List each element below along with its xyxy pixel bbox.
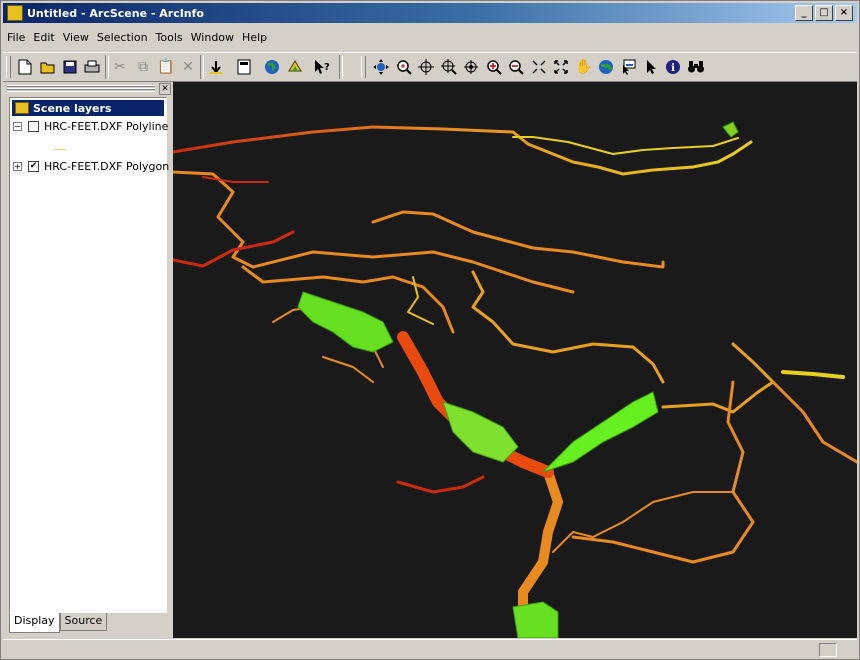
layer-row-polygon[interactable]: + ✔ HRC-FEET.DXF Polygon [13,158,169,174]
table-of-contents-panel: ✕ Scene layers − HRC-FEET.DXF Polyline +… [3,83,171,637]
maximize-button[interactable]: □ [815,5,833,21]
minimize-button[interactable]: _ [795,5,813,21]
new-icon[interactable] [15,57,35,77]
zoom-in-icon[interactable] [484,57,504,77]
window-title: Untitled - ArcScene - ArcInfo [27,6,204,20]
delete-icon[interactable]: ✕ [178,57,198,77]
toolbar-grip[interactable] [6,56,11,78]
layer-row-polyline[interactable]: − HRC-FEET.DXF Polyline [13,118,168,134]
layer-visibility-checkbox[interactable]: ✔ [28,160,39,172]
toolbar-separator [339,55,343,79]
zoom-in-out-icon[interactable] [394,57,414,77]
status-panel [819,643,837,657]
toc-icon[interactable] [234,57,254,77]
cave-chamber [297,291,394,353]
whats-this-icon[interactable]: ? [312,57,332,77]
close-button[interactable]: × [835,5,853,21]
collapse-icon[interactable]: − [13,121,22,131]
set-observer-icon[interactable] [461,57,481,77]
menu-selection[interactable]: Selection [93,31,152,44]
menu-view[interactable]: View [59,31,93,44]
zoom-to-target-icon[interactable] [439,57,459,77]
tab-source[interactable]: Source [59,613,108,631]
toolbar-separator [105,55,109,79]
identify-icon[interactable]: i [663,57,683,77]
panel-title-grip[interactable] [7,85,155,92]
menu-file[interactable]: File [3,31,29,44]
layers-icon [15,102,29,114]
cave-passage [202,176,269,183]
menu-bar: File Edit View Selection Tools Window He… [3,27,271,47]
panel-close-button[interactable]: ✕ [159,83,171,95]
menu-window[interactable]: Window [187,31,238,44]
zoom-out-icon[interactable] [506,57,526,77]
3d-analyst-icon[interactable] [285,57,305,77]
cave-passage [322,356,374,383]
find-icon[interactable] [686,57,706,77]
layer-visibility-checkbox[interactable] [28,120,39,132]
layer-list: Scene layers − HRC-FEET.DXF Polyline + ✔… [9,97,169,613]
cave-passage [781,370,845,379]
globe-icon[interactable] [262,57,282,77]
narrow-fov-icon[interactable] [529,57,549,77]
3d-scene-view[interactable] [173,82,857,638]
select-features-icon[interactable] [619,57,639,77]
toolbar-grip[interactable] [361,56,366,78]
menu-edit[interactable]: Edit [29,31,58,44]
print-icon[interactable] [82,57,102,77]
cave-chamber [512,601,559,638]
app-window: Untitled - ArcScene - ArcInfo _ □ × File… [0,0,860,660]
pan-icon[interactable]: ✋ [574,57,594,77]
cave-passage [371,210,665,269]
copy-icon[interactable]: ⧉ [133,57,153,77]
cave-passage [661,342,775,414]
cave-passage [471,270,665,384]
save-icon[interactable] [60,57,80,77]
select-elements-icon[interactable] [641,57,661,77]
menu-tools[interactable]: Tools [152,31,187,44]
cave-chamber [542,391,659,473]
fly-icon[interactable] [596,57,616,77]
add-data-icon[interactable] [206,57,226,77]
scene-layers-label: Scene layers [33,101,112,115]
status-bar [3,639,857,658]
toolbar-separator [200,55,204,79]
open-icon[interactable] [38,57,58,77]
arcscene-app-icon [7,5,23,21]
toc-tabs: Display Source [9,613,108,633]
cut-icon[interactable]: ✂ [110,57,130,77]
paste-icon[interactable]: 📋 [156,57,176,77]
svg-text:?: ? [324,62,330,73]
expand-icon[interactable]: + [13,161,22,171]
cave-passage [173,125,753,176]
layer-name[interactable]: HRC-FEET.DXF Polyline [44,120,168,133]
toolbar: ✂ ⧉ 📋 ✕ ? ✋ i [3,52,857,82]
navigate-icon[interactable] [371,57,391,77]
menu-help[interactable]: Help [238,31,271,44]
cave-passage [552,491,734,553]
cave-passage [771,380,857,464]
full-extent-icon[interactable] [551,57,571,77]
cave-passage [173,170,575,294]
cave-passage [396,475,485,494]
title-bar[interactable]: Untitled - ArcScene - ArcInfo _ □ × [3,3,857,23]
cave-chamber [722,121,739,138]
svg-text:i: i [671,63,675,74]
center-on-target-icon[interactable] [416,57,436,77]
layer-name[interactable]: HRC-FEET.DXF Polygon [44,160,169,173]
scene-layers-header[interactable]: Scene layers [12,100,164,116]
tab-display[interactable]: Display [9,613,60,633]
polyline-legend-symbol [54,149,66,150]
cave-chamber [442,401,519,463]
